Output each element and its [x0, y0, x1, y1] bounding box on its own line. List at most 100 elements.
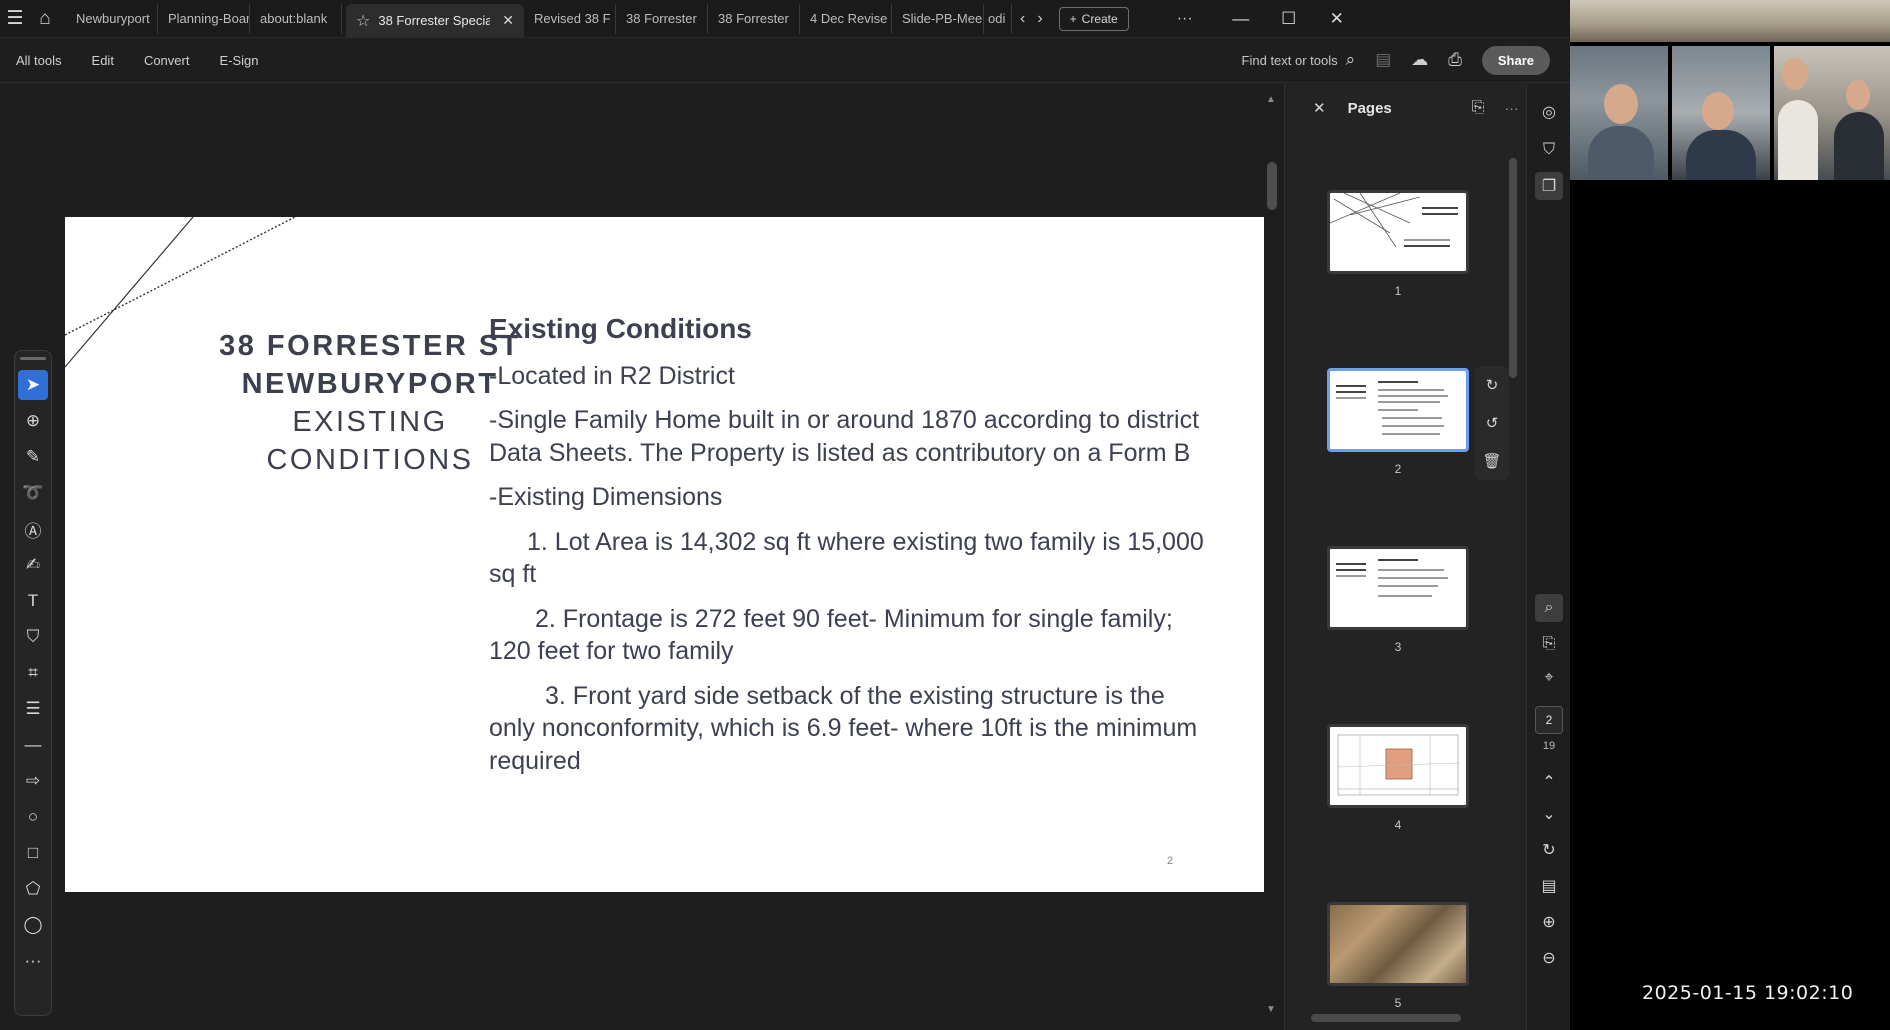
pages-scrollbar[interactable] [1507, 140, 1519, 1012]
quick-tools-rail: ➤ ⊕ ✎ ➰ Ⓐ ✍ T ⛉ ⌗ ☰ — ⇨ ○ □ ⬠ ◯ ··· [14, 350, 52, 1016]
menu-esign[interactable]: E-Sign [219, 53, 258, 68]
pdf-page[interactable]: 38 FORRESTER ST NEWBURYPORT EXISTING CON… [65, 217, 1264, 892]
chevron-left-icon[interactable]: ‹ [1020, 10, 1025, 28]
participant-video [1672, 46, 1770, 180]
highlight-pen-icon[interactable]: ✎ [18, 442, 48, 472]
tab-4-dec-revise[interactable]: 4 Dec Revise [800, 3, 892, 34]
tab-slide-pb-mee[interactable]: Slide-PB-Mee [892, 3, 984, 34]
insert-list-icon[interactable]: ☰ [18, 694, 48, 724]
close-tab-icon[interactable]: ✕ [502, 12, 514, 29]
zoom-area-icon[interactable]: ⌖ [1535, 664, 1563, 692]
tab-planning-board[interactable]: Planning-Boar [158, 3, 250, 34]
page-thumbnail-selected[interactable]: 2 [1327, 368, 1469, 476]
thumbnail-label: 5 [1394, 996, 1402, 1010]
lasso-draw-icon[interactable]: ➰ [18, 478, 48, 508]
rotate-clockwise-icon[interactable]: ↻ [1486, 376, 1499, 394]
chevron-right-icon[interactable]: › [1037, 10, 1042, 28]
menu-all-tools[interactable]: All tools [16, 53, 62, 68]
fill-sign-icon[interactable]: ✍ [18, 550, 48, 580]
select-cursor-icon[interactable]: ➤ [18, 370, 48, 400]
search-document-icon[interactable]: ⌕ [1535, 594, 1563, 622]
maximize-icon[interactable]: ☐ [1265, 0, 1313, 38]
thumbnail-tools: ↻ ↺ 🗑 [1475, 366, 1509, 480]
tab-revised-38[interactable]: Revised 38 F [524, 3, 616, 34]
close-window-icon[interactable]: ✕ [1313, 0, 1361, 38]
zoom-out-icon[interactable]: ⊖ [1535, 944, 1563, 972]
polygon-tool-icon[interactable]: ⬠ [18, 874, 48, 904]
more-options-icon[interactable]: ··· [1177, 10, 1193, 28]
line-tool-icon[interactable]: — [18, 730, 48, 760]
menu-convert[interactable]: Convert [144, 53, 190, 68]
rotate-counterclockwise-icon[interactable]: ↺ [1486, 414, 1499, 432]
tab-38-forrester-b[interactable]: 38 Forrester [708, 3, 800, 34]
tab-about-blank[interactable]: about:blank [250, 3, 342, 34]
export-icon[interactable]: ⎘ [1535, 630, 1563, 658]
recording-timestamp: 2025-01-15 19:02:10 [1642, 982, 1854, 1004]
close-panel-icon[interactable]: ✕ [1313, 99, 1326, 117]
pages-scroll-thumb[interactable] [1509, 158, 1517, 378]
slide-paragraph: -Existing Dimensions [489, 483, 723, 511]
tab-odi[interactable]: odi [984, 3, 1012, 34]
hamburger-menu-icon[interactable]: ☰ [0, 0, 30, 38]
thumbnail-image [1327, 546, 1469, 630]
tab-label: Slide-PB-Mee [902, 11, 983, 26]
bookmarks-icon[interactable]: ⛉ [1535, 136, 1563, 164]
scroll-down-icon[interactable]: ▼ [1266, 1004, 1276, 1015]
page-thumbnail[interactable]: 5 [1327, 902, 1469, 1010]
tab-38-forrester-special[interactable]: ☆ 38 Forrester Special P ✕ [346, 3, 524, 38]
previous-page-icon[interactable]: ⌃ [1535, 768, 1563, 796]
upload-cloud-icon[interactable]: ☁ [1411, 50, 1428, 70]
rectangle-tool-icon[interactable]: □ [18, 838, 48, 868]
pages-horizontal-scrollbar[interactable] [1297, 1012, 1507, 1024]
document-scroll-thumb[interactable] [1267, 162, 1277, 210]
document-scrollbar[interactable]: ▲ ▼ [1264, 94, 1278, 1020]
zoom-in-icon[interactable]: ⊕ [1535, 908, 1563, 936]
pages-hscroll-thumb[interactable] [1311, 1014, 1461, 1022]
home-icon[interactable]: ⌂ [30, 0, 60, 38]
slide-body: Existing Conditions -Located in R2 Distr… [489, 313, 1209, 789]
participant-video [1570, 46, 1668, 180]
comment-zoom-icon[interactable]: ⊕ [18, 406, 48, 436]
page-thumbnail[interactable]: 3 [1327, 546, 1469, 654]
ai-assistant-icon[interactable]: ◎ [1535, 98, 1563, 126]
minimize-icon[interactable]: — [1217, 0, 1265, 38]
more-tools-icon[interactable]: ··· [18, 946, 48, 976]
panel-more-icon[interactable]: ··· [1505, 100, 1519, 116]
add-text-icon[interactable]: T [18, 586, 48, 616]
tab-label: 4 Dec Revise [810, 11, 888, 26]
tab-newburyport[interactable]: Newburyport [66, 3, 158, 34]
acrobat-window: ☰ ⌂ Newburyport Planning-Boar about:blan… [0, 0, 1570, 1030]
tab-label: about:blank [260, 11, 328, 26]
current-page-field[interactable]: 2 [1535, 706, 1563, 734]
total-pages: 19 [1542, 740, 1556, 752]
slide-heading: Existing Conditions [489, 313, 752, 344]
menu-edit[interactable]: Edit [92, 53, 114, 68]
create-label: Create [1081, 11, 1118, 26]
arrow-tool-icon[interactable]: ⇨ [18, 766, 48, 796]
crop-icon[interactable]: ⌗ [18, 658, 48, 688]
bookmark-icon[interactable]: ⛉ [18, 622, 48, 652]
tab-38-forrester-a[interactable]: 38 Forrester [616, 3, 708, 34]
refresh-icon[interactable]: ↻ [1535, 836, 1563, 864]
pages-panel-icon[interactable]: ❐ [1535, 172, 1563, 200]
insert-page-icon[interactable]: ⎘ [1472, 99, 1485, 117]
cloud-shape-icon[interactable]: ◯ [18, 910, 48, 940]
print-icon[interactable]: ⎙ [1448, 50, 1462, 70]
star-icon[interactable]: ☆ [356, 11, 370, 31]
page-thumbnail[interactable]: 1 [1327, 190, 1469, 298]
circle-tool-icon[interactable]: ○ [18, 802, 48, 832]
next-page-icon[interactable]: ⌄ [1535, 800, 1563, 828]
text-recognition-icon[interactable]: Ⓐ [18, 514, 48, 544]
tab-label: Revised 38 F [534, 11, 611, 26]
scroll-up-icon[interactable]: ▲ [1266, 94, 1276, 105]
document-properties-icon[interactable]: ▤ [1535, 872, 1563, 900]
slide-list-item: 1. Lot Area is 14,302 sq ft where existi… [489, 527, 1204, 589]
find-text-tools[interactable]: Find text or tools ⌕ [1242, 50, 1356, 70]
delete-page-icon[interactable]: 🗑 [1482, 452, 1501, 470]
create-button[interactable]: + Create [1058, 6, 1129, 31]
rail-grip[interactable] [20, 357, 46, 360]
share-button[interactable]: Share [1481, 45, 1550, 75]
thumbnail-lines-graphic [1330, 193, 1421, 248]
save-icon[interactable]: ▤ [1375, 50, 1391, 70]
page-thumbnail[interactable]: 4 [1327, 724, 1469, 832]
